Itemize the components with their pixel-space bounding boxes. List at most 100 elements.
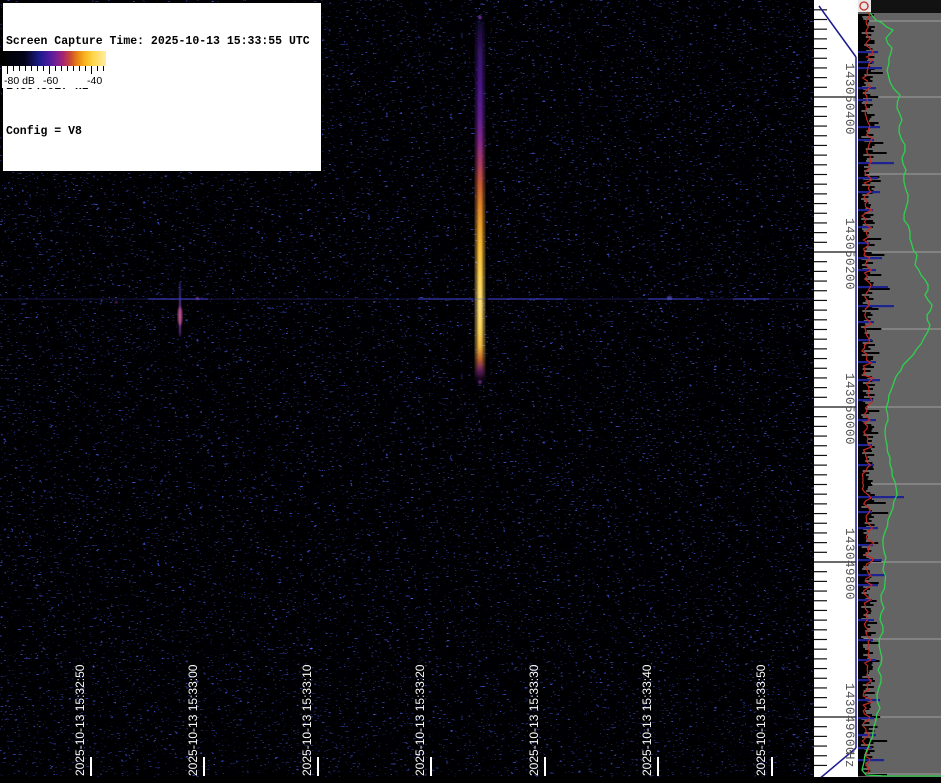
panel-noise-bar [858,534,867,536]
panel-noise-bar [858,312,871,314]
panel-noise-bar [858,518,869,520]
panel-noise-bar [858,132,867,134]
panel-noise-bar [858,382,863,384]
bottom-border-band [0,777,941,783]
panel-noise-bar [858,146,872,148]
panel-noise-bar [858,156,873,158]
panel-noise-bar [858,136,861,138]
panel-noise-bar [858,386,868,388]
panel-noise-bar [858,688,866,690]
panel-signal-spike [858,584,878,586]
panel-noise-bar [858,296,869,298]
time-tick [90,757,92,776]
panel-noise-bar [858,300,865,302]
panel-noise-bar [858,414,861,416]
panel-noise-bar [858,646,863,648]
panel-noise-bar [858,44,864,46]
panel-noise-bar [858,200,864,202]
freq-tick-label: Hz [842,752,855,768]
panel-noise-bar [858,282,874,284]
panel-noise-bar [858,436,873,438]
panel-noise-bar [858,552,866,554]
panel-signal-spike [858,619,874,621]
panel-signal-spike [858,717,874,719]
panel-noise-bar [858,74,864,76]
panel-noise-bar [858,374,862,376]
time-tick [544,757,546,776]
legend-tick [13,66,14,71]
panel-noise-bar [858,532,864,534]
panel-noise-bar [858,96,878,98]
panel-noise-bar [858,366,874,368]
panel-noise-bar [858,554,863,556]
legend-tick [79,66,80,71]
panel-noise-bar [858,580,865,582]
panel-noise-bar [858,412,869,414]
panel-noise-bar [858,428,872,430]
panel-noise-bar [858,356,873,358]
panel-noise-bar [858,310,862,312]
panel-noise-bar [858,720,864,722]
panel-noise-bar [858,634,871,636]
panel-noise-bar [858,174,865,176]
panel-noise-bar [858,654,863,656]
panel-noise-bar [858,160,866,162]
echo-dot [479,452,481,454]
panel-noise-bar [858,274,881,276]
panel-noise-bar [858,482,871,484]
panel-noise-bar [858,342,863,344]
panel-noise-bar [858,540,866,542]
panel-noise-bar [858,16,862,18]
panel-noise-bar [858,408,866,410]
panel-noise-bar [858,656,869,658]
panel-noise-bar [858,440,872,442]
panel-noise-bar [858,152,887,154]
panel-noise-bar [858,460,865,462]
panel-noise-bar [858,520,872,522]
legend-db-label: -60 [43,75,58,87]
color-scale-labels: -80 dB-60-40 [2,75,106,88]
time-tick [317,757,319,776]
panel-noise-bar [858,608,871,610]
panel-noise-bar [858,592,862,594]
panel-noise-bar [858,332,865,334]
legend-tick [43,66,44,71]
panel-noise-bar [858,154,863,156]
panel-signal-spike [858,379,880,381]
panel-noise-bar [858,728,869,730]
legend-tick [85,66,86,71]
panel-noise-bar [858,308,878,310]
panel-noise-bar [858,302,863,304]
time-tick-label: 2025-10-13 15:33:00 [187,665,200,776]
panel-noise-bar [858,186,875,188]
panel-noise-bar [858,416,863,418]
panel-noise-bar [858,396,864,398]
panel-noise-bar [858,54,868,56]
panel-noise-bar [858,630,865,632]
panel-noise-bar [858,530,867,532]
panel-noise-bar [858,666,873,668]
carrier-blob [196,297,199,300]
panel-noise-bar [858,388,873,390]
panel-noise-bar [858,170,864,172]
panel-noise-bar [858,432,878,434]
panel-noise-bar [858,72,883,74]
carrier-blob [115,301,118,304]
panel-signal-spike [858,527,878,529]
panel-noise-bar [858,218,861,220]
panel-noise-bar [858,238,881,240]
panel-signal-spike [858,269,876,271]
time-tick-label: 2025-10-13 15:33:30 [528,665,541,776]
panel-noise-bar [858,144,875,146]
panel-signal-spike [858,67,882,69]
legend-tick [103,66,104,71]
panel-noise-bar [858,636,861,638]
panel-noise-bar [858,458,869,460]
panel-noise-bar [858,116,871,118]
panel-signal-spike [858,759,884,761]
panel-noise-bar [858,522,865,524]
panel-noise-bar [858,118,870,120]
panel-noise-bar [858,36,866,38]
panel-noise-bar [858,614,863,616]
panel-noise-bar [858,58,868,60]
